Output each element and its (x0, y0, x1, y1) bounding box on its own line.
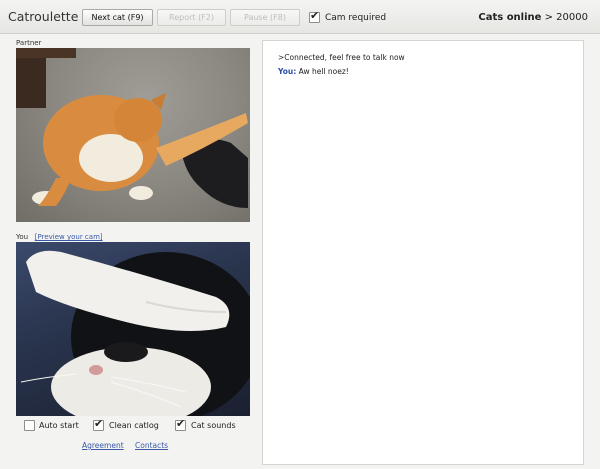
app-title: Catroulette (8, 9, 79, 24)
cat-sounds-label: Cat sounds (191, 421, 236, 430)
preview-cam-link[interactable]: [Preview your cam] (35, 233, 103, 241)
message-speaker: You: (278, 67, 297, 76)
cats-online-label: Cats online (478, 12, 542, 23)
self-label: You (16, 233, 29, 241)
auto-start-checkbox[interactable] (24, 420, 35, 431)
clean-catlog-checkbox[interactable]: ✔ (93, 417, 104, 431)
auto-start-label: Auto start (39, 421, 79, 430)
cam-required-checkbox[interactable]: ✔ (309, 9, 320, 23)
contacts-link[interactable]: Contacts (135, 441, 168, 450)
self-video (16, 242, 250, 416)
cats-online-value: > 20000 (544, 12, 588, 23)
pause-button[interactable]: Pause (F8) (230, 9, 300, 26)
chat-log[interactable]: >Connected, feel free to talk now You: A… (262, 40, 584, 465)
chat-message: You: Aw hell noez! (278, 67, 349, 76)
next-cat-button[interactable]: Next cat (F9) (82, 9, 153, 26)
agreement-link[interactable]: Agreement (82, 441, 124, 450)
message-text: Aw hell noez! (298, 67, 349, 76)
report-button[interactable]: Report (F2) (157, 9, 226, 26)
clean-catlog-label: Clean catlog (109, 421, 159, 430)
partner-label: Partner (16, 39, 42, 47)
cat-photo-icon (16, 48, 248, 208)
cam-required-label: Cam required (325, 13, 387, 23)
self-label-row: You [Preview your cam] (16, 233, 103, 241)
cats-online-status: Cats online > 20000 (478, 12, 588, 23)
checkmark-icon: ✔ (310, 9, 320, 22)
top-toolbar: Catroulette Next cat (F9) Report (F2) Pa… (0, 0, 600, 34)
cat-photo-icon (20, 250, 250, 416)
partner-video (16, 48, 250, 222)
checkmark-icon: ✔ (94, 417, 104, 430)
cat-sounds-checkbox[interactable]: ✔ (175, 417, 186, 431)
system-message: >Connected, feel free to talk now (278, 53, 405, 62)
checkmark-icon: ✔ (176, 417, 186, 430)
